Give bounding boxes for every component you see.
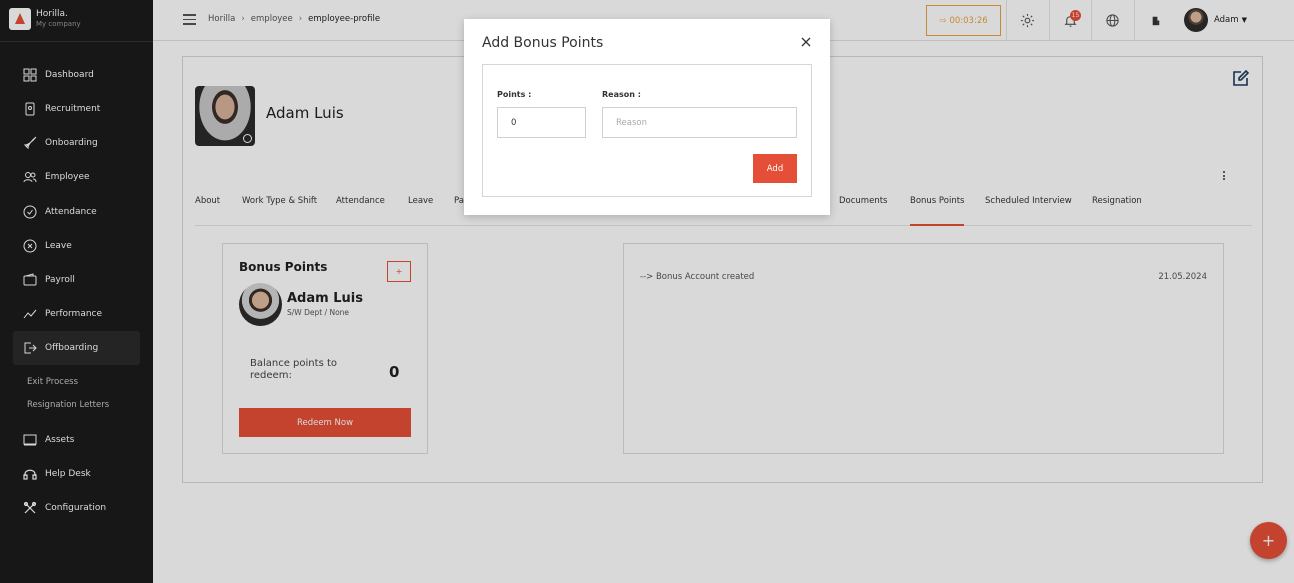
points-input[interactable]: 0 [497, 107, 586, 138]
add-button[interactable]: Add [753, 154, 797, 183]
modal-title: Add Bonus Points [482, 35, 604, 51]
add-bonus-points-modal: Add Bonus Points Points : Reason : 0 Rea… [464, 19, 830, 215]
points-label: Points : [497, 90, 532, 99]
bonus-form: Points : Reason : 0 Reason Add [482, 64, 812, 197]
reason-input[interactable]: Reason [602, 107, 797, 138]
close-icon[interactable] [800, 36, 812, 48]
reason-label: Reason : [602, 90, 641, 99]
